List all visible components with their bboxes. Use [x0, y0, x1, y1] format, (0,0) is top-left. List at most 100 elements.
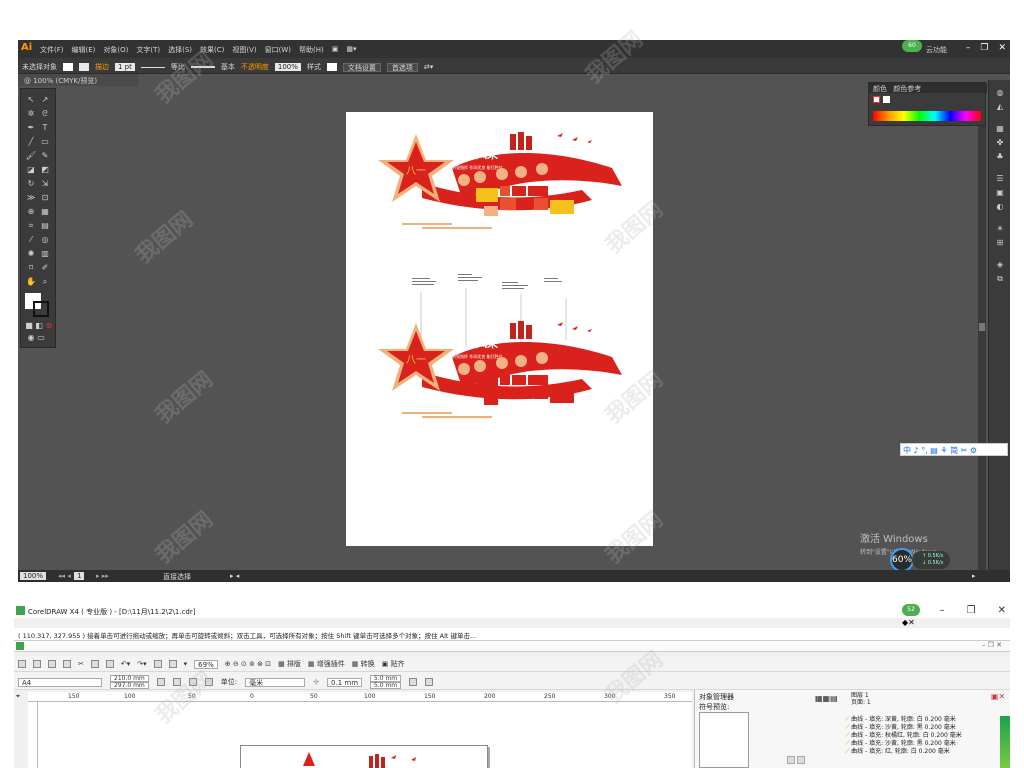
menu-help[interactable]: 帮助(H) [299, 45, 324, 55]
artboard-tool-icon[interactable]: ⌑ [25, 263, 37, 273]
cd-close-icon[interactable]: ✕ [998, 605, 1006, 616]
layers-icon[interactable]: ◈ [994, 260, 1006, 270]
tab-color-guide[interactable]: 颜色参考 [893, 85, 921, 93]
screen-mode-icon[interactable]: ▭ [35, 333, 47, 343]
portrait-icon[interactable] [156, 678, 165, 686]
minimize-icon[interactable]: – [966, 43, 971, 53]
zoom-tools-icon[interactable]: ⊕ ⊖ ⊙ ⊚ ⊛ ⊡ [225, 660, 271, 668]
rectangle-tool-icon[interactable]: ▭ [39, 137, 51, 147]
brushes-icon[interactable]: ✤ [994, 138, 1006, 148]
style-swatch[interactable] [326, 63, 337, 71]
cd-page[interactable] [240, 745, 488, 768]
page-nav-prev-icon[interactable]: ◂◂ ◂ [58, 572, 71, 580]
artboards-icon[interactable]: ⧉ [994, 274, 1006, 284]
white-swatch[interactable] [883, 96, 890, 103]
gradient-tool-icon[interactable]: ▤ [39, 221, 51, 231]
new-icon[interactable] [18, 660, 26, 668]
zoom-field[interactable]: 100% [20, 572, 47, 580]
close-icon[interactable]: ✕ [998, 43, 1006, 53]
page-size-select[interactable]: A4 [18, 677, 102, 687]
object-row[interactable]: ⟋ 曲线 - 填充: 深黄, 轮廓: 白 0.200 毫米 [845, 716, 995, 724]
symbol-sprayer-icon[interactable]: ✺ [25, 249, 37, 259]
cut-icon[interactable]: ✂ [78, 660, 84, 668]
swatches-icon[interactable]: ▦ [994, 124, 1006, 134]
mesh-tool-icon[interactable]: ⌗ [25, 221, 37, 231]
landscape-icon[interactable] [172, 678, 181, 686]
menu-file[interactable]: 文件(F) [40, 45, 64, 55]
document-tab[interactable]: @ 100% (CMYK/预览) [18, 74, 138, 86]
obj-nav-next-icon[interactable] [797, 756, 805, 764]
units-select[interactable]: 毫米 [245, 677, 306, 687]
menu-window[interactable]: 窗口(W) [265, 45, 291, 55]
ime-toolbar[interactable]: 中 ♪ °, ▤ ⚘ 简 ✂ ⚙ [900, 443, 1008, 456]
zoom-level-field[interactable]: 69% [194, 659, 218, 669]
color-palette-strip[interactable] [1000, 716, 1010, 768]
dup-y-field[interactable]: 5.0 mm [370, 682, 402, 689]
brush-label[interactable]: 基本 [221, 62, 235, 72]
nudge-field[interactable]: 0.1 mm [327, 677, 363, 687]
color-spectrum[interactable] [873, 111, 981, 121]
page-width-field[interactable]: 210.0 mm [110, 675, 149, 682]
menu-edit[interactable]: 编辑(E) [72, 45, 96, 55]
stroke-width-field[interactable]: 1 pt [115, 63, 135, 71]
restore-icon[interactable]: ❐ [980, 43, 988, 53]
appearance-icon[interactable]: ◍ [994, 88, 1006, 98]
object-view-icons[interactable]: ▦▦▤ [815, 694, 838, 703]
plugin-button[interactable]: ▦ 增强插件 [308, 659, 345, 669]
menu-select[interactable]: 选择(S) [168, 45, 192, 55]
graphic-styles-icon[interactable]: ◭ [994, 102, 1006, 112]
menu-type[interactable]: 文字(T) [136, 45, 160, 55]
network-speed-widget[interactable]: 60% ↑ 0.5K/s ↓ 0.5K/s [890, 548, 952, 572]
scale-tool-icon[interactable]: ⇲ [39, 179, 51, 189]
preferences-button[interactable]: 首选项 [386, 62, 418, 72]
perspective-grid-icon[interactable]: ▦ [39, 207, 51, 217]
object-row[interactable]: ⟋ 曲线 - 填充: 秋橘红, 轮廓: 白 0.200 毫米 [845, 732, 995, 740]
stroke-swatch[interactable] [79, 63, 89, 71]
opacity-field[interactable]: 100% [274, 63, 301, 71]
free-transform-icon[interactable]: ⊡ [39, 193, 51, 203]
fill-swatch[interactable] [63, 63, 73, 71]
rotate-tool-icon[interactable]: ↻ [25, 179, 37, 189]
color-guide-icon[interactable]: ☀ [994, 224, 1006, 234]
blend-tool-icon[interactable]: ◎ [39, 235, 51, 245]
redo-icon[interactable]: ↷▾ [137, 660, 146, 668]
tab-color[interactable]: 颜色 [873, 85, 887, 93]
transform-icon[interactable]: ⊞ [994, 238, 1006, 248]
line-tool-icon[interactable]: ╱ [25, 137, 37, 147]
transparency-icon[interactable]: ◐ [994, 202, 1006, 212]
slice-tool-icon[interactable]: ✐ [39, 263, 51, 273]
menu-effect[interactable]: 效果(C) [200, 45, 224, 55]
page-nav-next-icon[interactable]: ▸ ▸▸ [96, 572, 109, 580]
cd-doc-controls-icon[interactable]: – ❐ ✕ [982, 641, 1002, 649]
cloud-badge[interactable]: 60 [902, 40, 922, 52]
blob-brush-icon[interactable]: ◪ [25, 165, 37, 175]
artboard[interactable]: 八一 军人风采 听党指挥 作风优良 能打胜仗 八一 军人风采 听党指挥 作风优良… [346, 112, 653, 546]
undo-icon[interactable]: ↶▾ [121, 660, 130, 668]
cd-badge[interactable]: 52 [902, 604, 920, 616]
brush-tool-icon[interactable]: 🖌 [25, 151, 37, 161]
magic-wand-icon[interactable]: ✲ [25, 109, 37, 119]
cd-restore-icon[interactable]: ❐ [967, 605, 976, 616]
vertical-scroll-thumb[interactable] [979, 323, 985, 331]
cd-canvas[interactable] [38, 702, 692, 768]
scroll-right-icon[interactable]: ▸ [972, 572, 976, 580]
artboard-number[interactable]: 1 [74, 572, 85, 580]
bridge-icon[interactable]: ▣ [332, 45, 339, 55]
selection-tool-icon[interactable]: ↖ [25, 95, 37, 105]
arrange-icon[interactable]: ⇄▾ [424, 63, 433, 71]
export-icon[interactable] [168, 660, 177, 668]
object-row[interactable]: ⟋ 曲线 - 填充: 红, 轮廓: 白 0.200 毫米 [845, 748, 995, 756]
print-icon[interactable] [63, 660, 71, 668]
save-icon[interactable] [48, 660, 56, 668]
paste-icon[interactable] [105, 660, 114, 668]
document-setup-button[interactable]: 文档设置 [342, 62, 381, 72]
none-swatch[interactable] [873, 96, 880, 103]
import-icon[interactable] [153, 660, 162, 668]
column-graph-icon[interactable]: ▥ [39, 249, 51, 259]
copy-icon[interactable] [90, 660, 99, 668]
lasso-icon[interactable]: ᘓ [39, 109, 51, 119]
ruler-origin-icon[interactable]: ⌖ [16, 692, 20, 701]
obj-nav-prev-icon[interactable] [787, 756, 795, 764]
eyedropper-icon[interactable]: ⁄ [25, 235, 37, 245]
hand-tool-icon[interactable]: ✋ [25, 277, 37, 287]
